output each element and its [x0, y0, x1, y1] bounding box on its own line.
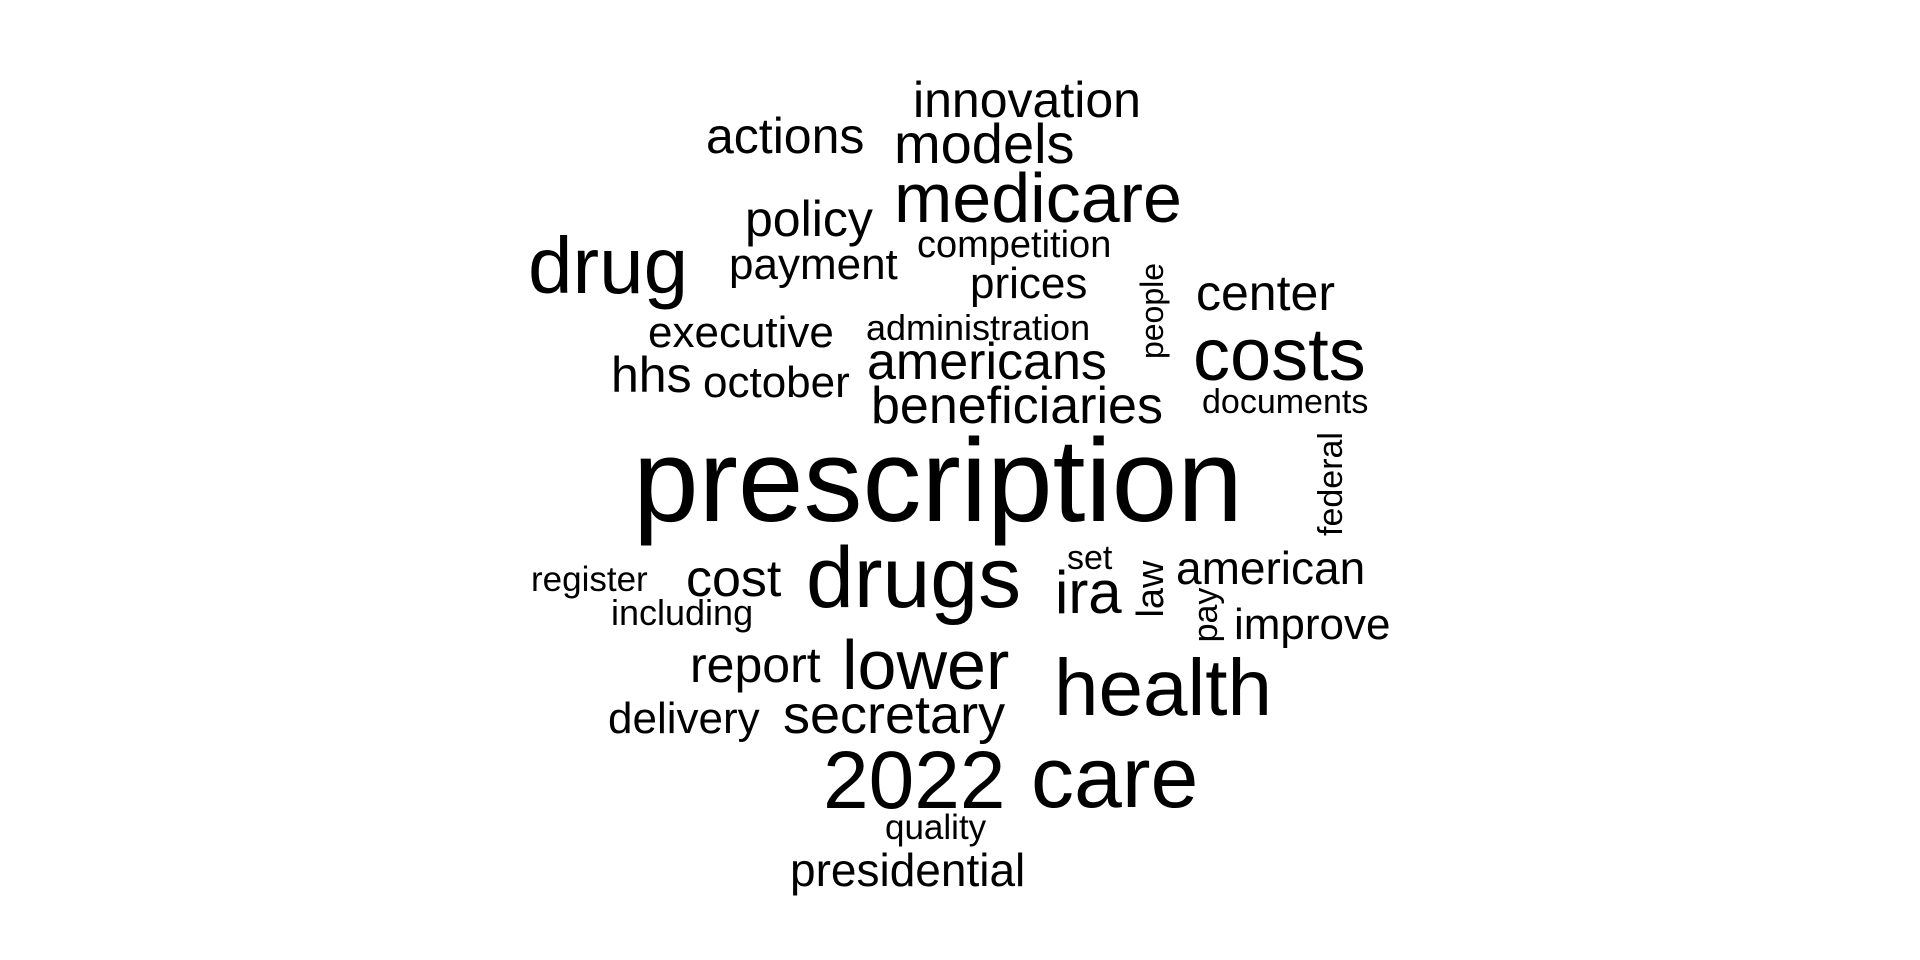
- word-actions: actions: [706, 108, 865, 164]
- word-beneficiaries: beneficiaries: [871, 377, 1163, 435]
- word-law: law: [1130, 560, 1172, 618]
- word-pay: pay: [1187, 587, 1225, 643]
- word-care: care: [1031, 730, 1199, 826]
- word-federal: federal: [1312, 432, 1350, 536]
- word-costs: costs: [1193, 313, 1366, 396]
- word-prices: prices: [970, 259, 1088, 308]
- word-report: report: [690, 637, 821, 693]
- word-presidential: presidential: [790, 844, 1026, 896]
- word-improve: improve: [1234, 600, 1391, 649]
- word-documents: documents: [1202, 383, 1369, 421]
- word-including: including: [611, 592, 754, 633]
- word-quality: quality: [885, 808, 987, 847]
- word-hhs: hhs: [611, 347, 692, 403]
- word-administration: administration: [866, 307, 1091, 348]
- word-delivery: delivery: [608, 694, 760, 743]
- word-american: american: [1176, 542, 1366, 594]
- word-payment: payment: [729, 240, 898, 289]
- word-prescription: prescription: [633, 415, 1243, 547]
- word-secretary: secretary: [783, 685, 1006, 745]
- word-innovation: innovation: [913, 72, 1141, 128]
- word-cloud: prescription drugs care health 2022 drug…: [0, 0, 1920, 960]
- word-october: october: [703, 358, 850, 407]
- word-health: health: [1054, 643, 1272, 732]
- word-center: center: [1196, 265, 1335, 321]
- word-drugs: drugs: [806, 530, 1022, 626]
- word-people: people: [1134, 262, 1170, 360]
- word-drug: drug: [528, 221, 689, 310]
- word-policy: policy: [745, 191, 873, 247]
- word-ira: ira: [1055, 559, 1122, 626]
